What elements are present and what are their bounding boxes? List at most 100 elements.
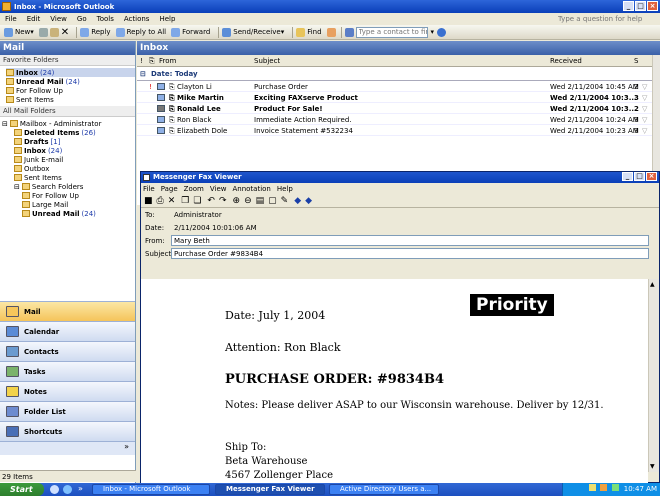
column-size[interactable]: S: [634, 57, 638, 65]
minimize-button[interactable]: _: [623, 1, 634, 11]
folder-tree-item[interactable]: Large Mail: [2, 200, 135, 209]
tree-collapse-icon[interactable]: ⊟: [2, 120, 8, 128]
folder-tree-item[interactable]: Outbox: [2, 164, 135, 173]
favorite-folder-item[interactable]: Sent Items: [6, 95, 135, 104]
menu-go[interactable]: Go: [77, 15, 87, 23]
folder-tree-item[interactable]: Inbox (24): [2, 146, 135, 155]
follow-up-flag-icon[interactable]: ▽: [642, 83, 647, 91]
folder-tree-item[interactable]: Junk E-mail: [2, 155, 135, 164]
tray-mail-icon[interactable]: [600, 484, 608, 491]
message-row[interactable]: ⎘ Elizabeth Dole Invoice Statement #532234…: [137, 125, 660, 136]
copy-icon[interactable]: ❐: [181, 196, 189, 206]
organize-icon[interactable]: [326, 27, 336, 37]
tree-collapse-icon[interactable]: ⊟: [14, 183, 20, 191]
fit-width-icon[interactable]: ▢: [268, 196, 277, 206]
follow-up-flag-icon[interactable]: ▽: [642, 105, 647, 113]
favorite-folder-item[interactable]: For Follow Up: [6, 86, 135, 95]
delete-icon[interactable]: ✕: [168, 196, 176, 206]
print-icon[interactable]: ⎙: [157, 196, 164, 206]
folder-tree-item[interactable]: Unread Mail (24): [2, 209, 135, 218]
fax-menu-file[interactable]: File: [143, 185, 155, 193]
group-header-today[interactable]: ⊟ Date: Today: [137, 67, 660, 81]
fax-page-scrollbar[interactable]: ▲ ▼: [648, 279, 659, 472]
configure-buttons-icon[interactable]: »: [0, 441, 135, 455]
tray-fax-icon[interactable]: [611, 484, 619, 491]
calendar-nav-button[interactable]: Calendar: [0, 321, 135, 341]
previous-page-icon[interactable]: ◆: [294, 196, 301, 206]
maximize-button[interactable]: □: [635, 1, 646, 11]
menu-tools[interactable]: Tools: [97, 15, 114, 23]
folder-list-nav-button[interactable]: Folder List: [0, 401, 135, 421]
notes-nav-button[interactable]: Notes: [0, 381, 135, 401]
fit-page-icon[interactable]: ▤: [256, 196, 265, 206]
menu-file[interactable]: File: [5, 15, 17, 23]
fax-menu-view[interactable]: View: [210, 185, 227, 193]
column-received[interactable]: Received: [550, 57, 582, 65]
follow-up-flag-icon[interactable]: ▽: [642, 116, 647, 124]
fax-menu-zoom[interactable]: Zoom: [184, 185, 204, 193]
tray-network-icon[interactable]: [589, 484, 597, 491]
taskbar-outlook[interactable]: Inbox - Microsoft Outlook: [92, 484, 210, 495]
forward-button[interactable]: Forward: [171, 27, 210, 37]
favorite-folder-item[interactable]: Inbox (24): [6, 68, 135, 77]
folder-tree-item[interactable]: For Follow Up: [2, 191, 135, 200]
column-from[interactable]: From: [159, 57, 176, 65]
paste-icon[interactable]: ❏: [193, 196, 201, 206]
mail-nav-button[interactable]: Mail: [0, 301, 135, 321]
find-contact-input[interactable]: [355, 26, 428, 38]
taskbar-active-directory[interactable]: Active Directory Users a...: [329, 484, 439, 495]
fax-menu-annotation[interactable]: Annotation: [232, 185, 270, 193]
fax-menu-help[interactable]: Help: [277, 185, 293, 193]
zoom-out-icon[interactable]: ⊖: [244, 196, 252, 206]
mailbox-root-item[interactable]: ⊟ Mailbox - Administrator: [2, 119, 135, 128]
start-button[interactable]: Start: [0, 483, 44, 496]
menu-edit[interactable]: Edit: [27, 15, 41, 23]
quick-launch-overflow-icon[interactable]: »: [78, 484, 83, 493]
folder-tree-item[interactable]: ⊟ Search Folders: [2, 182, 135, 191]
message-row[interactable]: ⎘ Ron Black Immediate Action Required. Wed …: [137, 114, 660, 125]
follow-up-flag-icon[interactable]: ▽: [642, 127, 647, 135]
help-icon[interactable]: [437, 27, 447, 37]
tasks-nav-button[interactable]: Tasks: [0, 361, 135, 381]
menu-view[interactable]: View: [50, 15, 67, 23]
send-receive-button[interactable]: Send/Receive ▾: [222, 27, 284, 37]
folder-tree-item[interactable]: Drafts [1]: [2, 137, 135, 146]
show-desktop-icon[interactable]: [50, 485, 59, 494]
save-icon[interactable]: ■: [144, 196, 153, 206]
fax-minimize-button[interactable]: _: [622, 172, 633, 181]
contacts-nav-button[interactable]: Contacts: [0, 341, 135, 361]
internet-explorer-icon[interactable]: [63, 485, 72, 494]
address-book-icon[interactable]: [344, 27, 354, 37]
message-row[interactable]: ⎘ Ronald Lee Product For Sale! Wed 2/11/200…: [137, 103, 660, 114]
importance-column-icon[interactable]: !: [140, 57, 143, 65]
shortcuts-nav-button[interactable]: Shortcuts: [0, 421, 135, 441]
reply-all-button[interactable]: Reply to All: [115, 27, 166, 37]
fax-maximize-button[interactable]: □: [634, 172, 645, 181]
menu-help[interactable]: Help: [159, 15, 175, 23]
delete-icon[interactable]: ✕: [61, 27, 69, 38]
new-button[interactable]: New ▾: [4, 27, 34, 37]
scroll-up-icon[interactable]: ▲: [650, 281, 655, 288]
next-page-icon[interactable]: ◆: [305, 196, 312, 206]
fax-menu-page[interactable]: Page: [161, 185, 178, 193]
attachment-column-icon[interactable]: ⎘: [149, 57, 155, 66]
follow-up-flag-icon[interactable]: ▽: [642, 94, 647, 102]
message-row[interactable]: ⎘ Mike Martin Exciting FAXserve Product Wed…: [137, 92, 660, 103]
find-button[interactable]: Find: [296, 27, 322, 37]
fax-close-button[interactable]: ×: [646, 172, 657, 181]
message-row[interactable]: ! ⎘ Clayton Li Purchase Order Wed 2/11/2004 …: [137, 81, 660, 92]
scroll-down-icon[interactable]: ▼: [650, 463, 655, 470]
annotate-icon[interactable]: ✎: [281, 196, 289, 206]
reply-button[interactable]: Reply: [80, 27, 111, 37]
contact-dropdown-icon[interactable]: ▾: [431, 28, 435, 36]
column-subject[interactable]: Subject: [254, 57, 280, 65]
move-folder-icon[interactable]: [49, 27, 59, 37]
taskbar-fax-viewer[interactable]: Messenger Fax Viewer: [215, 484, 325, 495]
help-search-input[interactable]: [558, 14, 654, 24]
folder-tree-item[interactable]: Sent Items: [2, 173, 135, 182]
collapse-group-icon[interactable]: ⊟: [140, 70, 146, 78]
rotate-right-icon[interactable]: ↷: [219, 196, 227, 206]
zoom-in-icon[interactable]: ⊕: [233, 196, 241, 206]
folder-tree-item[interactable]: Deleted Items (26): [2, 128, 135, 137]
favorite-folder-item[interactable]: Unread Mail (24): [6, 77, 135, 86]
